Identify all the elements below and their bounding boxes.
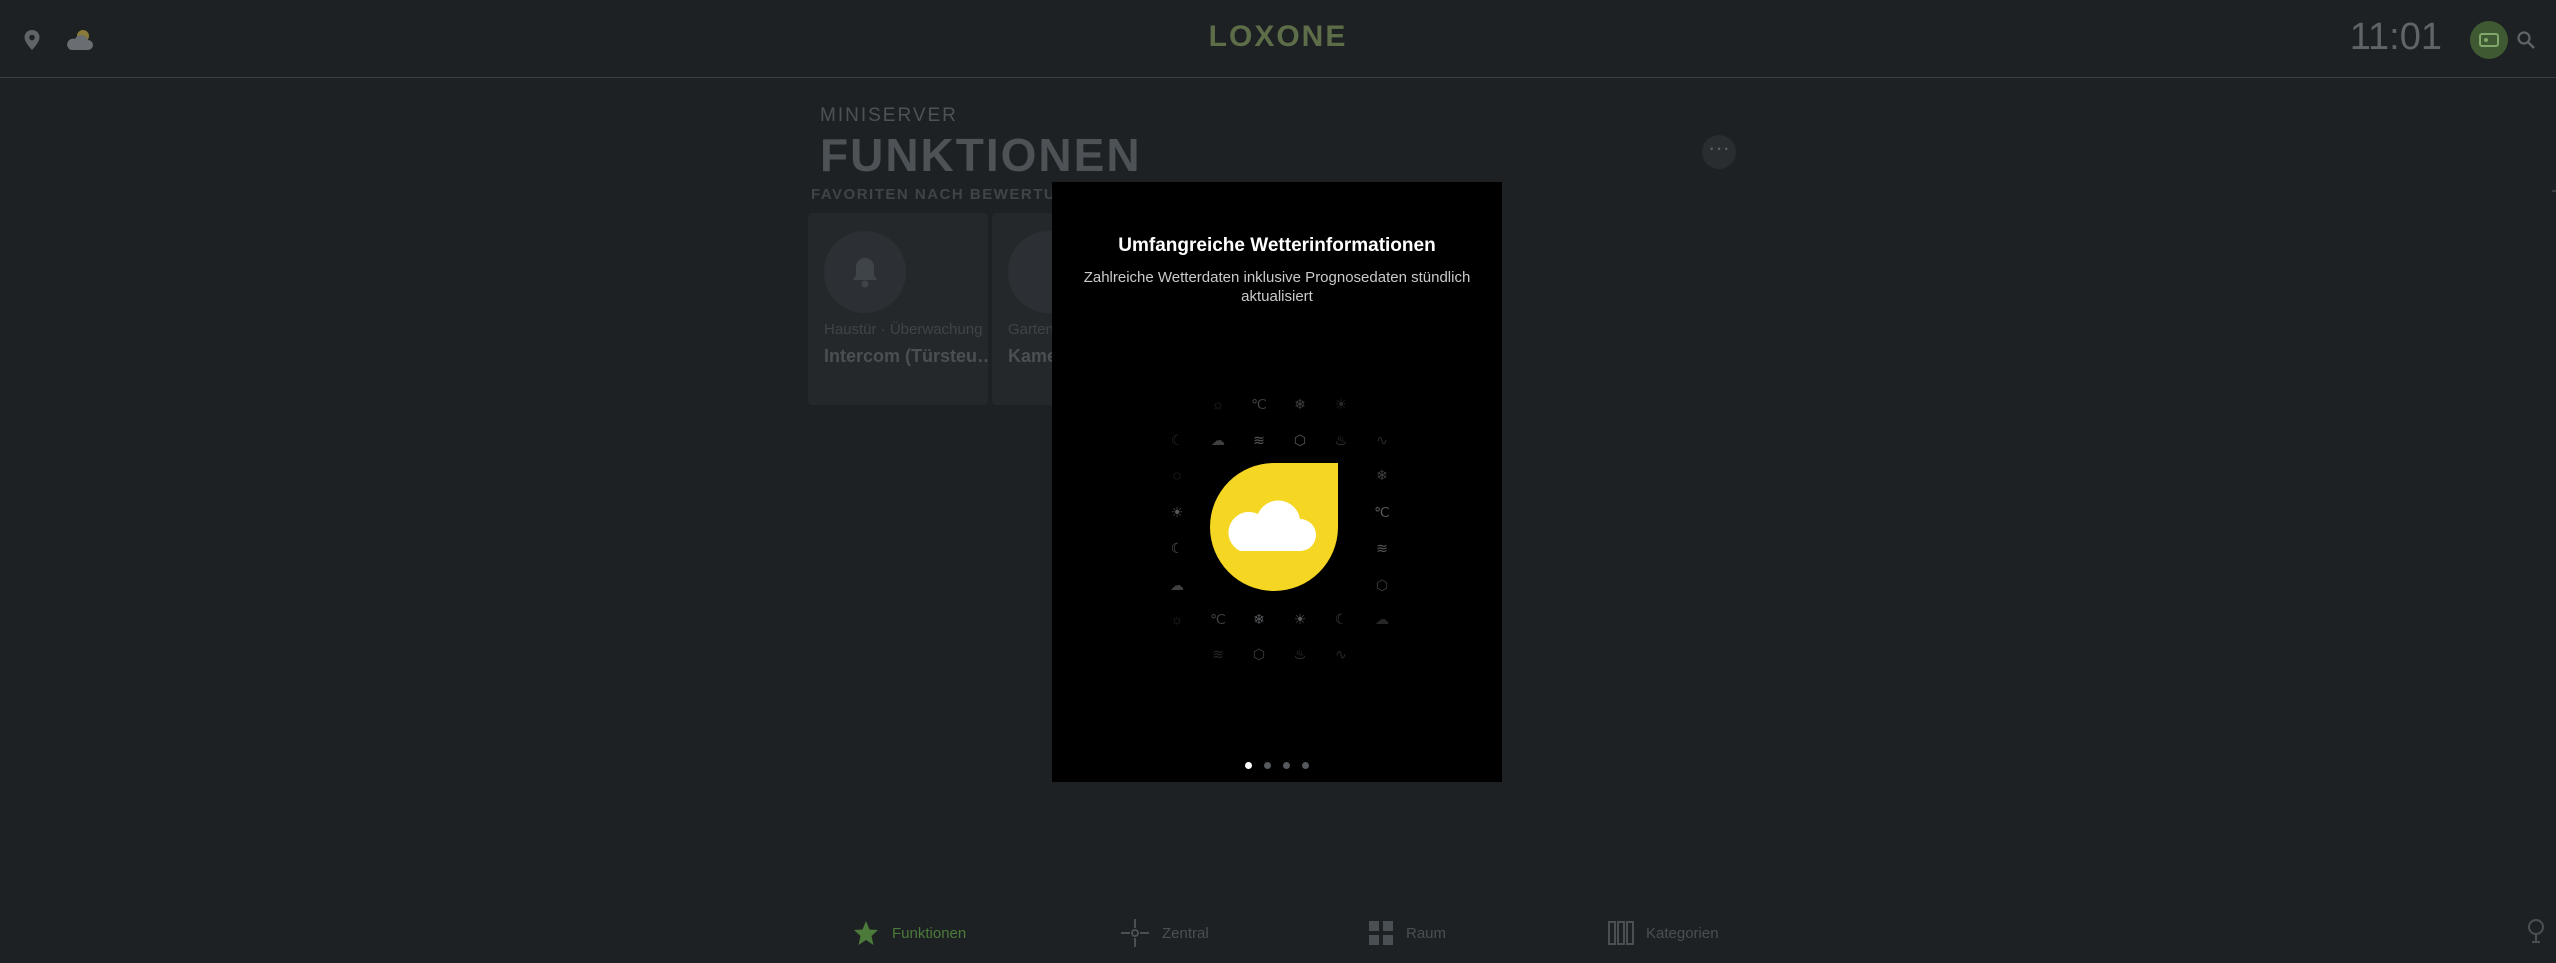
- weather-glyph-icon: ☀: [1170, 504, 1184, 520]
- weather-glyph-icon: ☁: [1170, 577, 1184, 593]
- star-icon: [854, 921, 878, 945]
- weather-glyph-icon: ℃: [1374, 504, 1390, 520]
- pagination-dot[interactable]: [1264, 762, 1271, 769]
- weather-glyph-icon: ☁: [1375, 611, 1389, 627]
- weather-glyph-icon: ≋: [1376, 540, 1388, 556]
- card-subtitle: Garten: [1008, 321, 1054, 338]
- grid-icon: [1369, 921, 1393, 945]
- weather-glyph-icon: ❄: [1253, 611, 1265, 627]
- weather-glyph-icon: ⬡: [1375, 577, 1389, 593]
- pagination-dot[interactable]: [1302, 762, 1309, 769]
- nav-kategorien[interactable]: Kategorien: [1608, 913, 1719, 953]
- nav-zentral[interactable]: Zentral: [1120, 913, 1209, 953]
- page-title: FUNKTIONEN: [820, 129, 1142, 181]
- search-icon[interactable]: [2508, 22, 2544, 58]
- top-bar: LOXONE 11:01: [0, 0, 2556, 78]
- favorites-label: FAVORITEN NACH BEWERTUNG: [811, 186, 1082, 203]
- weather-glyph-icon: ℃: [1251, 396, 1267, 412]
- bottom-navigation: Funktionen Zentral Raum Kategorien: [0, 903, 2556, 963]
- weather-glyph-icon: ❄: [1294, 396, 1306, 412]
- cloud-icon: [1228, 500, 1316, 551]
- clock: 11:01: [2349, 16, 2442, 58]
- onboarding-modal[interactable]: Umfangreiche Wetterinformationen Zahlrei…: [1052, 182, 1502, 782]
- crosshair-icon: [1121, 919, 1149, 947]
- weather-glyph-icon: ♨: [1334, 432, 1348, 448]
- weather-glyph-icon: ≋: [1253, 432, 1265, 448]
- nav-label: Kategorien: [1646, 924, 1719, 942]
- nav-raum[interactable]: Raum: [1368, 913, 1446, 953]
- weather-glyph-icon: ⬡: [1293, 432, 1307, 448]
- nav-label: Zentral: [1162, 924, 1209, 942]
- weather-glyph-icon: ❄: [1376, 467, 1388, 483]
- bell-icon: [824, 231, 906, 313]
- weather-glyph-icon: ☀: [1293, 611, 1307, 627]
- weather-glyph-icon: ⬡: [1252, 646, 1266, 662]
- user-avatar[interactable]: [2470, 21, 2508, 59]
- id-card-icon: [2479, 33, 2499, 47]
- weather-glyph-icon: ∿: [1376, 432, 1388, 448]
- pagination-dot[interactable]: [1245, 762, 1252, 769]
- weather-glyph-icon: ☼: [1170, 611, 1184, 627]
- section-label: MINISERVER: [820, 105, 958, 126]
- more-options-button[interactable]: ···: [1702, 135, 1736, 169]
- loxone-logo: LOXONE: [1208, 20, 1348, 53]
- lightbulb-icon[interactable]: [2526, 918, 2546, 949]
- nav-label: Raum: [1406, 924, 1447, 942]
- scroll-indicator: [2552, 190, 2556, 192]
- weather-glyph-icon: ◌: [1172, 467, 1182, 483]
- columns-icon: [1608, 921, 1634, 945]
- pagination-dot[interactable]: [1283, 762, 1290, 769]
- weather-glyph-icon: ℃: [1210, 611, 1226, 627]
- weather-glyph-icon: ☁: [1211, 432, 1225, 448]
- weather-glyph-icon: ☾: [1334, 611, 1348, 627]
- weather-glyph-icon: ☀: [1334, 396, 1348, 412]
- card-name: Intercom (Türsteu…: [824, 346, 988, 366]
- weather-glyph-icon: ☾: [1170, 432, 1184, 448]
- favorite-card[interactable]: Haustür · Überwachung Intercom (Türsteu…: [808, 213, 988, 405]
- weather-drop-icon: [1210, 463, 1338, 591]
- weather-glyph-icon: ☼: [1211, 396, 1225, 412]
- nav-label: Funktionen: [892, 924, 967, 942]
- weather-glyph-icon: ♨: [1293, 646, 1307, 662]
- pagination-dots: [1052, 762, 1502, 769]
- weather-glyph-icon: ∿: [1335, 646, 1347, 662]
- weather-glyph-icon: ≋: [1212, 646, 1224, 662]
- nav-funktionen[interactable]: Funktionen: [852, 913, 966, 953]
- card-name: Kame: [1008, 346, 1058, 366]
- weather-glyph-icon: ☾: [1170, 540, 1184, 556]
- card-subtitle: Haustür · Überwachung: [824, 321, 983, 338]
